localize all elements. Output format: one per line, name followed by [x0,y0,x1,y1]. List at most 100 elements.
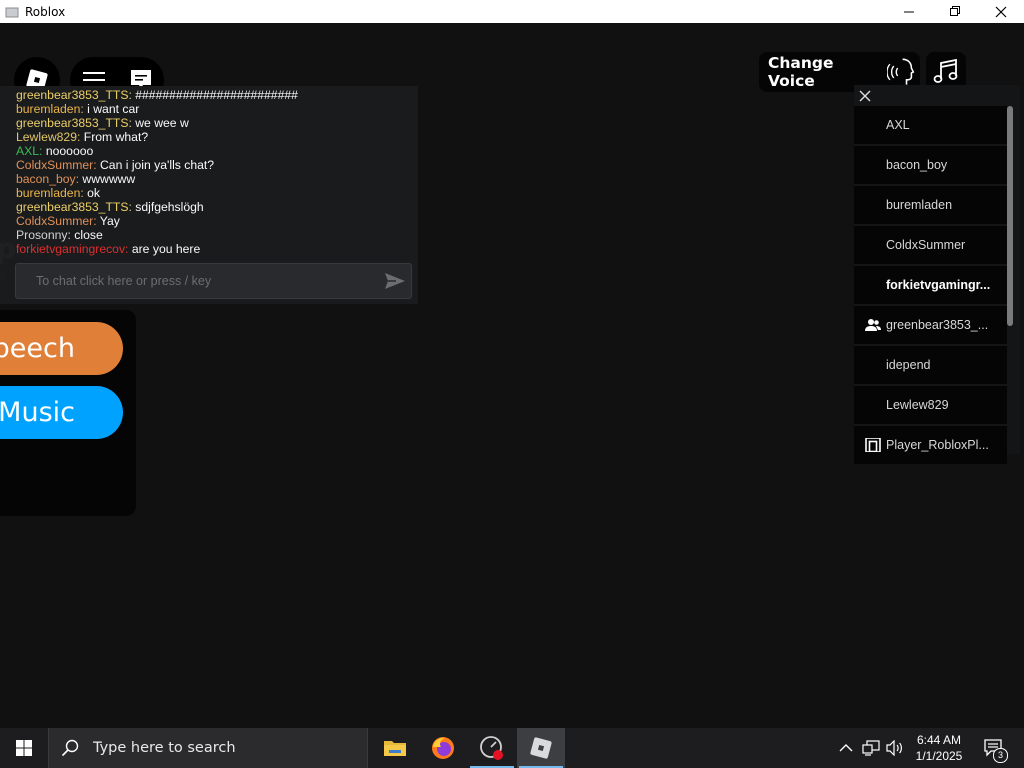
close-icon[interactable] [858,89,872,103]
player-name: ColdxSummer [886,238,966,252]
player-name: idepend [886,358,931,372]
clock-time: 6:44 AM [916,733,962,747]
player-row[interactable]: buremladen [854,186,1007,224]
chat-message: buremladen: ok [16,186,411,200]
left-side-panel: peech Music [0,310,136,516]
chat-username[interactable]: greenbear3853_TTS: [16,88,132,102]
minimize-button[interactable] [886,0,932,23]
chat-message: greenbear3853_TTS: #####################… [16,88,411,102]
chat-input[interactable] [34,273,368,289]
restore-button[interactable] [932,0,978,23]
folder-icon [384,741,406,756]
chat-username[interactable]: buremladen: [16,102,84,116]
chat-message: ColdxSummer: Yay [16,214,411,228]
windows-logo-icon [16,740,32,756]
close-icon [995,6,1007,17]
recorder-icon [480,736,503,760]
chat-text: noooooo [45,144,94,158]
chat-username[interactable]: Lewlew829: [16,130,80,144]
player-row[interactable]: forkietvgamingr... [854,266,1007,304]
chat-text: Yay [99,214,120,228]
player-row[interactable]: bacon_boy [854,146,1007,184]
action-center-button[interactable]: 3 [980,728,1008,768]
player-list-scrollbar[interactable] [1007,106,1013,326]
player-name: greenbear3853_... [886,318,989,332]
chat-message: AXL: noooooo [16,144,411,158]
chat-text: i want car [87,102,140,116]
friends-icon [865,319,881,331]
chat-input-bar [15,263,412,299]
firefox-icon [432,737,454,759]
speaker-icon [886,740,902,756]
notification-count-badge: 3 [993,748,1008,763]
chat-text: From what? [83,130,149,144]
start-button[interactable] [0,728,48,768]
close-window-button[interactable] [978,0,1024,23]
chat-username[interactable]: ColdxSummer: [16,214,97,228]
chat-text: sdjfgehslögh [135,200,204,214]
system-clock[interactable]: 6:44 AM 1/1/2025 [914,732,964,764]
player-row[interactable]: Lewlew829 [854,386,1007,424]
window-titlebar: Roblox [0,0,1024,23]
player-name: bacon_boy [886,158,948,172]
show-hidden-icons-button[interactable] [836,728,856,768]
search-icon [61,739,79,757]
chat-username[interactable]: greenbear3853_TTS: [16,116,132,130]
obs-recorder-taskbar-button[interactable] [468,728,516,768]
file-explorer-taskbar-button[interactable] [371,728,419,768]
chat-text: are you here [131,242,201,256]
search-input[interactable] [91,739,345,757]
chat-window: greenbear3853_TTS: #####################… [0,86,418,304]
chat-username[interactable]: greenbear3853_TTS: [16,200,132,214]
window-title: Roblox [25,4,66,19]
chat-text: we wee w [135,116,189,130]
taskbar: 6:44 AM 1/1/2025 3 [0,728,1024,768]
player-row[interactable]: greenbear3853_... [854,306,1007,344]
chat-message: greenbear3853_TTS: sdjfgehslögh [16,200,411,214]
clock-date: 1/1/2025 [915,749,963,763]
roblox-icon [530,737,552,759]
chat-message: bacon_boy: wwwwww [16,172,411,186]
network-button[interactable] [860,728,882,768]
player-row[interactable]: AXL [854,106,1007,144]
firefox-taskbar-button[interactable] [419,728,467,768]
player-row[interactable]: ColdxSummer [854,226,1007,264]
chat-username[interactable]: forkietvgamingrecov: [16,242,128,256]
minimize-icon [903,11,914,13]
music-note-icon [933,58,958,83]
chevron-up-icon [839,744,853,752]
player-row[interactable]: Player_RobloxPl... [854,426,1007,464]
chat-username[interactable]: Prosonny: [16,228,71,242]
speech-button[interactable]: peech [0,322,123,375]
roblox-taskbar-button[interactable] [517,728,565,768]
taskbar-search[interactable] [48,728,368,768]
chat-username[interactable]: buremladen: [16,186,84,200]
chat-message: Prosonny: close [16,228,411,242]
chat-text: ok [87,186,101,200]
volume-button[interactable] [884,728,906,768]
chat-username[interactable]: ColdxSummer: [16,158,97,172]
send-icon[interactable] [384,270,406,292]
chat-log[interactable]: greenbear3853_TTS: #####################… [16,86,411,256]
player-name: forkietvgamingr... [886,278,991,292]
chat-message: ColdxSummer: Can i join ya'lls chat? [16,158,411,172]
chat-message: greenbear3853_TTS: we wee w [16,116,411,130]
roblox-app-icon [5,7,19,17]
player-name: buremladen [886,198,953,212]
restore-icon [949,6,960,16]
player-name: Lewlew829 [886,398,949,412]
music-button[interactable]: Music [0,386,123,439]
network-icon [862,740,880,756]
game-viewport[interactable]: p 2016 o greenbear [0,23,1024,728]
chat-text: ######################## [135,88,298,102]
voice-head-icon [886,58,915,85]
premium-icon [865,438,881,452]
player-row[interactable]: idepend [854,346,1007,384]
chat-message: buremladen: i want car [16,102,411,116]
chat-username[interactable]: AXL: [16,144,42,158]
window-controls [886,0,1024,23]
chat-text: wwwwww [82,172,136,186]
chat-username[interactable]: bacon_boy: [16,172,79,186]
chat-message: Lewlew829: From what? [16,130,411,144]
player-name: Player_RobloxPl... [886,438,989,452]
